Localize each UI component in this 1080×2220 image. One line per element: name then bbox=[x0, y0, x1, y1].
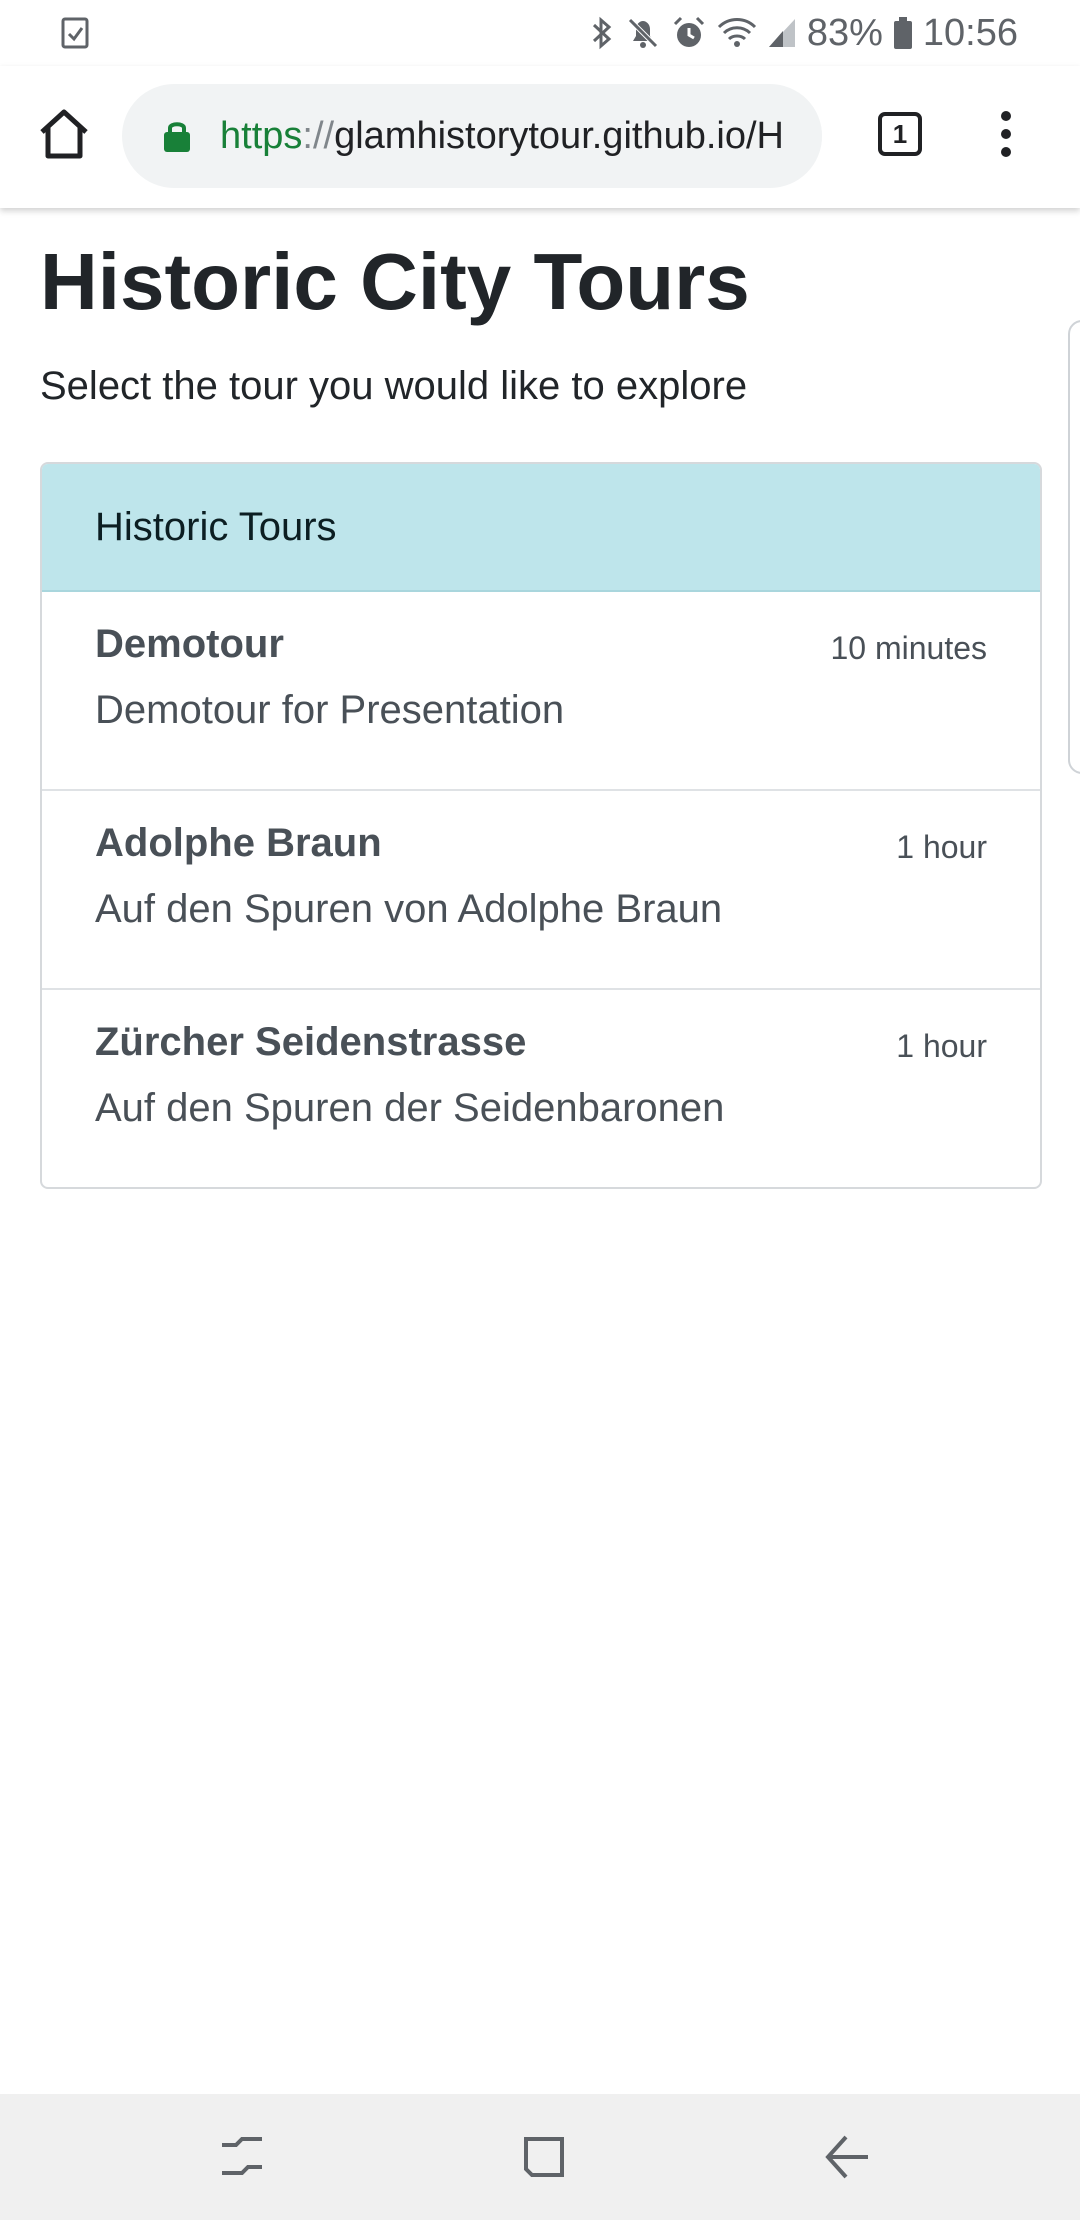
tour-item-adolphe-braun[interactable]: Adolphe Braun 1 hour Auf den Spuren von … bbox=[42, 791, 1040, 990]
tour-list-header: Historic Tours bbox=[42, 464, 1040, 592]
bluetooth-icon bbox=[592, 16, 612, 50]
home-icon[interactable] bbox=[36, 106, 92, 162]
wifi-icon bbox=[717, 18, 756, 47]
recent-apps-icon[interactable] bbox=[212, 2127, 272, 2187]
side-panel-edge bbox=[1068, 320, 1080, 774]
url-text: https://glamhistorytour.github.io/H bbox=[220, 84, 784, 188]
status-icons: 83% 10:56 bbox=[589, 0, 1018, 66]
alarm-icon bbox=[673, 16, 704, 47]
system-nav-bar bbox=[0, 2094, 1080, 2220]
status-bar: 83% 10:56 bbox=[0, 0, 1080, 66]
battery-icon bbox=[893, 17, 912, 49]
home-nav-icon[interactable] bbox=[514, 2127, 574, 2187]
screenshot-icon bbox=[61, 17, 89, 49]
phone-screen: 83% 10:56 https://glamhistorytour.github… bbox=[0, 0, 1080, 2220]
page-content: Historic City Tours Select the tour you … bbox=[0, 208, 1080, 2094]
lock-icon bbox=[164, 122, 190, 152]
tour-item-zuercher-seidenstrasse[interactable]: Zürcher Seidenstrasse 1 hour Auf den Spu… bbox=[42, 990, 1040, 1187]
tour-name: Adolphe Braun bbox=[95, 821, 382, 865]
url-fade bbox=[778, 84, 822, 188]
tour-item-demotour[interactable]: Demotour 10 minutes Demotour for Present… bbox=[42, 592, 1040, 791]
url-host: glamhistorytour.github.io/H bbox=[334, 115, 784, 157]
mute-icon bbox=[628, 18, 658, 48]
url-separator: :// bbox=[302, 115, 335, 157]
tour-name: Zürcher Seidenstrasse bbox=[95, 1020, 527, 1064]
tour-list: Historic Tours Demotour 10 minutes Demot… bbox=[40, 462, 1042, 1189]
tour-duration: 1 hour bbox=[896, 1028, 987, 1064]
browser-toolbar: https://glamhistorytour.github.io/H 1 bbox=[0, 66, 1080, 208]
address-bar[interactable]: https://glamhistorytour.github.io/H bbox=[122, 84, 822, 188]
page-title: Historic City Tours bbox=[40, 237, 750, 326]
tour-duration: 1 hour bbox=[896, 829, 987, 865]
tour-description: Auf den Spuren der Seidenbaronen bbox=[95, 1086, 725, 1130]
tour-description: Auf den Spuren von Adolphe Braun bbox=[95, 887, 723, 931]
tour-name: Demotour bbox=[95, 622, 284, 666]
tour-duration: 10 minutes bbox=[830, 630, 987, 666]
battery-percent: 83% bbox=[806, 11, 883, 54]
signal-icon bbox=[768, 19, 795, 47]
tab-switcher-icon[interactable]: 1 bbox=[878, 112, 922, 156]
tour-description: Demotour for Presentation bbox=[95, 688, 565, 732]
url-scheme: https bbox=[220, 115, 303, 157]
back-icon[interactable] bbox=[816, 2127, 876, 2187]
more-menu-icon[interactable] bbox=[988, 106, 1024, 162]
page-subtitle: Select the tour you would like to explor… bbox=[40, 364, 748, 408]
clock-time: 10:56 bbox=[922, 11, 1018, 54]
